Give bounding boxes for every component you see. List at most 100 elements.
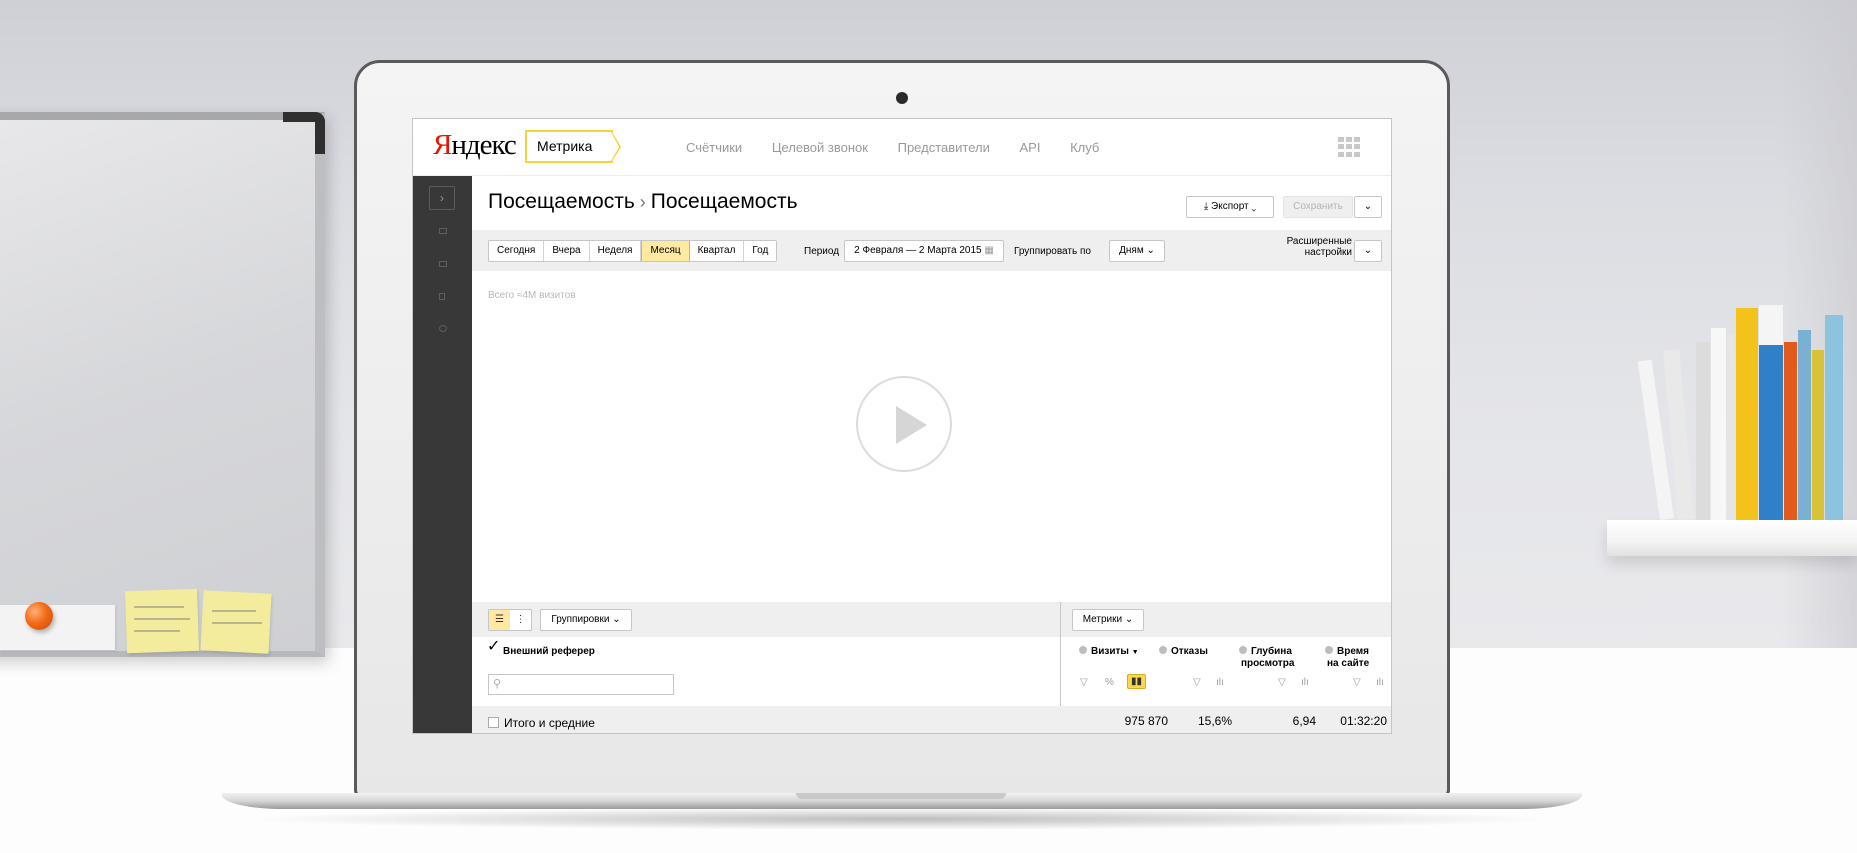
book [1696,342,1710,520]
laptop-opening-notch [796,793,1006,799]
nav-club[interactable]: Клуб [1070,140,1099,155]
product-tag-arrow-fill [611,132,619,161]
nav-representatives[interactable]: Представители [898,140,990,155]
group-by-select[interactable]: Дням ⌄ [1109,240,1165,262]
sidebar-mail-icon[interactable] [439,261,447,267]
chevron-down-icon: ⌄ [1363,201,1373,212]
metrics-dropdown[interactable]: Метрики ⌄ [1072,609,1144,631]
yandex-logo[interactable]: Яндекс [433,129,517,162]
totals-checkbox[interactable] [488,717,499,728]
preset-today[interactable]: Сегодня [489,241,545,261]
sticky-note [124,588,200,654]
list-view-icon[interactable]: ☰ [489,610,510,630]
product-tag[interactable]: Метрика [525,130,613,163]
metric-header-bounces[interactable]: Отказы [1159,646,1208,658]
filter-icon[interactable]: ▽ [1278,677,1286,688]
metric-header-time[interactable]: Время на сайте [1325,646,1369,670]
preset-year[interactable]: Год [744,241,776,261]
dimension-search-input[interactable]: ⚲ [488,674,674,695]
totals-row [472,706,1391,733]
orange-magnet [25,602,53,630]
total-time-value: 01:32:20 [1340,714,1387,728]
metric-header-visits[interactable]: Визиты ▼ [1079,646,1139,659]
chevron-down-icon: ⌄ [1146,245,1155,256]
chevron-down-icon: ⌄ [612,614,621,625]
save-button[interactable]: Сохранить [1283,196,1353,218]
percent-icon[interactable]: % [1105,677,1114,688]
nav-counters[interactable]: Счётчики [686,140,742,155]
bar-chart-icon[interactable]: ılı [1301,677,1309,688]
period-date-picker[interactable]: 2 Февраля — 2 Марта 2015 ▦ [844,240,1004,262]
book [1784,342,1797,520]
help-icon [1325,646,1333,654]
main-content: Посещаемость › Посещаемость ⤓ Экспорт ⌄ Со… [472,176,1391,733]
group-by-value: Дням [1119,245,1144,256]
metric-header-depth[interactable]: Глубина просмотра [1239,646,1294,670]
view-toggle: ☰ ⋮ [488,609,532,631]
whiteboard-corner [283,112,325,154]
metric-name: Визиты [1091,646,1129,657]
export-button[interactable]: ⤓ Экспорт ⌄ [1186,196,1274,218]
chevron-down-icon: ⌄ [1363,245,1373,256]
totals-label: Итого и средние [504,716,595,730]
sidebar-flag-icon[interactable] [439,293,445,300]
nav-target-call[interactable]: Целевой звонок [772,140,868,155]
export-label: Экспорт [1211,201,1249,212]
preset-month[interactable]: Месяц [641,241,690,261]
advanced-settings-label[interactable]: Расширенные настройки [1282,236,1352,258]
table-toolbar: ☰ ⋮ Группировки ⌄ Метрики ⌄ [472,602,1391,637]
groupings-dropdown[interactable]: Группировки ⌄ [540,609,632,631]
laptop-screen: Яндекс Метрика Счётчики Целевой звонок П… [412,118,1392,734]
preset-quarter[interactable]: Квартал [690,241,745,261]
sidebar-users-icon[interactable] [439,325,447,332]
filter-icon[interactable]: ▽ [1353,677,1361,688]
preset-week[interactable]: Неделя [590,241,642,261]
sort-desc-icon: ▼ [1131,649,1139,656]
breadcrumb-parent[interactable]: Посещаемость [488,190,635,213]
sticky-scribble [134,606,184,608]
tree-view-icon[interactable]: ⋮ [510,610,531,630]
save-options-dropdown[interactable]: ⌄ [1354,196,1382,218]
top-bar: Яндекс Метрика Счётчики Целевой звонок П… [413,119,1391,176]
book [1727,334,1735,520]
preset-yesterday[interactable]: Вчера [544,241,590,261]
sticky-scribble [134,630,180,632]
checkmark-icon[interactable]: ✓ [487,639,500,655]
advanced-settings-toggle[interactable]: ⌄ [1354,240,1382,262]
play-video-icon[interactable] [856,376,952,472]
groupings-label: Группировки [551,614,610,625]
chevron-down-icon: ⌄ [1251,201,1257,212]
advanced-label-line1: Расширенные [1286,236,1352,247]
book [1759,305,1783,520]
sticky-scribble [212,622,262,624]
logo-first-letter: Я [433,129,452,161]
whiteboard-paper [0,605,115,650]
group-by-label: Группировать по [1014,246,1091,257]
bar-chart-icon[interactable]: ▮▮ [1127,674,1147,689]
sidebar: › [413,176,472,733]
metric-name-line2: просмотра [1241,658,1295,669]
nav-api[interactable]: API [1019,140,1040,155]
filter-icon[interactable]: ▽ [1193,677,1201,688]
sticky-scribble [212,610,256,612]
advanced-label-line2: настройки [1304,247,1352,258]
top-navigation: Счётчики Целевой звонок Представители AP… [686,140,1125,155]
metric-name-line1: Глубина [1251,646,1292,657]
expand-sidebar-icon[interactable]: › [429,186,455,210]
total-visits-value: 975 870 [1124,714,1168,728]
chevron-down-icon: ⌄ [1124,614,1134,625]
help-icon [1079,646,1087,654]
apps-grid-icon[interactable] [1338,137,1360,157]
filter-icon[interactable]: ▽ [1080,677,1088,688]
sidebar-list-icon[interactable] [439,228,447,234]
book [1825,315,1843,520]
total-depth-value: 6,94 [1292,714,1316,728]
dimension-header: Внешний реферер [503,646,595,657]
bar-chart-icon[interactable]: ılı [1376,677,1384,688]
book [1711,328,1726,520]
search-icon: ⚲ [493,678,502,690]
total-bounces-value: 15,6% [1197,714,1232,728]
bar-chart-icon[interactable]: ılı [1216,677,1224,688]
wall-shelf [1607,520,1857,556]
breadcrumb-separator: › [639,192,646,212]
